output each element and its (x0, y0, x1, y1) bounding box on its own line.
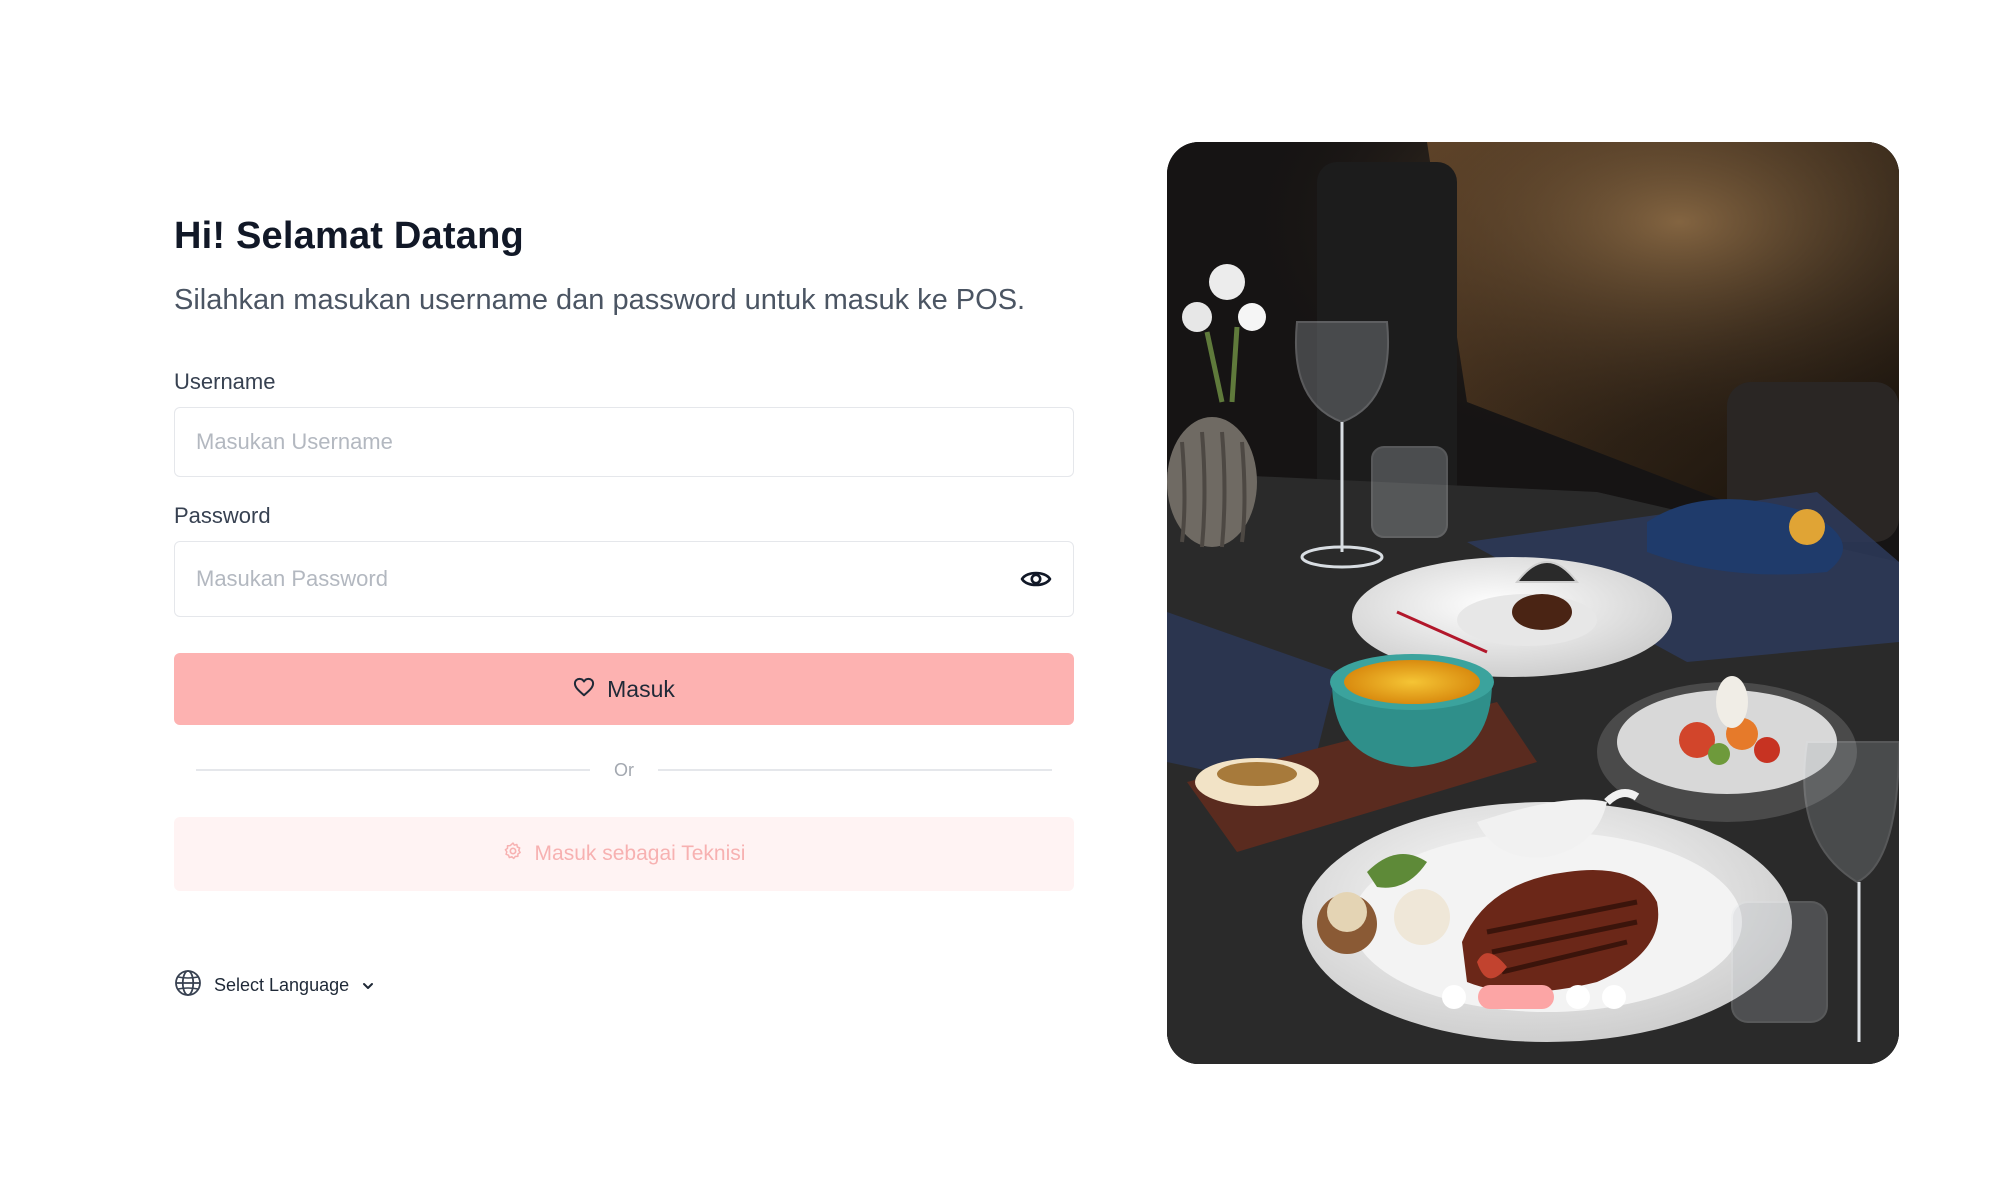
restaurant-food-image (1167, 142, 1899, 1064)
divider-label: Or (614, 759, 634, 780)
chevron-down-icon (361, 975, 375, 996)
carousel-dot-active[interactable] (1478, 985, 1554, 1009)
password-label: Password (174, 503, 271, 528)
gear-icon (503, 841, 523, 867)
language-label: Select Language (214, 975, 350, 995)
carousel-indicators (1442, 985, 1626, 1009)
language-selector[interactable]: Select Language (174, 969, 375, 1002)
password-input[interactable] (175, 566, 1019, 592)
password-field-wrapper (174, 541, 1074, 617)
technician-login-button[interactable]: Masuk sebagai Teknisi (174, 817, 1074, 891)
username-input[interactable] (175, 429, 1073, 455)
login-button-label: Masuk (607, 675, 675, 702)
page-title: Hi! Selamat Datang (174, 215, 524, 257)
divider-line (658, 769, 1052, 771)
eye-icon[interactable] (1019, 562, 1053, 596)
globe-icon (174, 969, 202, 1002)
login-button[interactable]: Masuk (174, 653, 1074, 725)
hero-image-carousel (1167, 142, 1899, 1064)
login-form: Hi! Selamat Datang Silahkan masukan user… (174, 210, 1074, 1002)
page-subtitle: Silahkan masukan username dan password u… (174, 284, 1026, 316)
username-label: Username (174, 369, 276, 394)
carousel-dot[interactable] (1566, 985, 1590, 1009)
or-divider: Or (174, 755, 1074, 785)
carousel-dot[interactable] (1442, 985, 1466, 1009)
technician-button-label: Masuk sebagai Teknisi (534, 842, 746, 865)
username-field-wrapper (174, 407, 1074, 477)
heart-icon (573, 676, 595, 703)
login-page: Hi! Selamat Datang Silahkan masukan user… (0, 0, 2000, 1200)
carousel-dot[interactable] (1602, 985, 1626, 1009)
divider-line (196, 769, 590, 771)
